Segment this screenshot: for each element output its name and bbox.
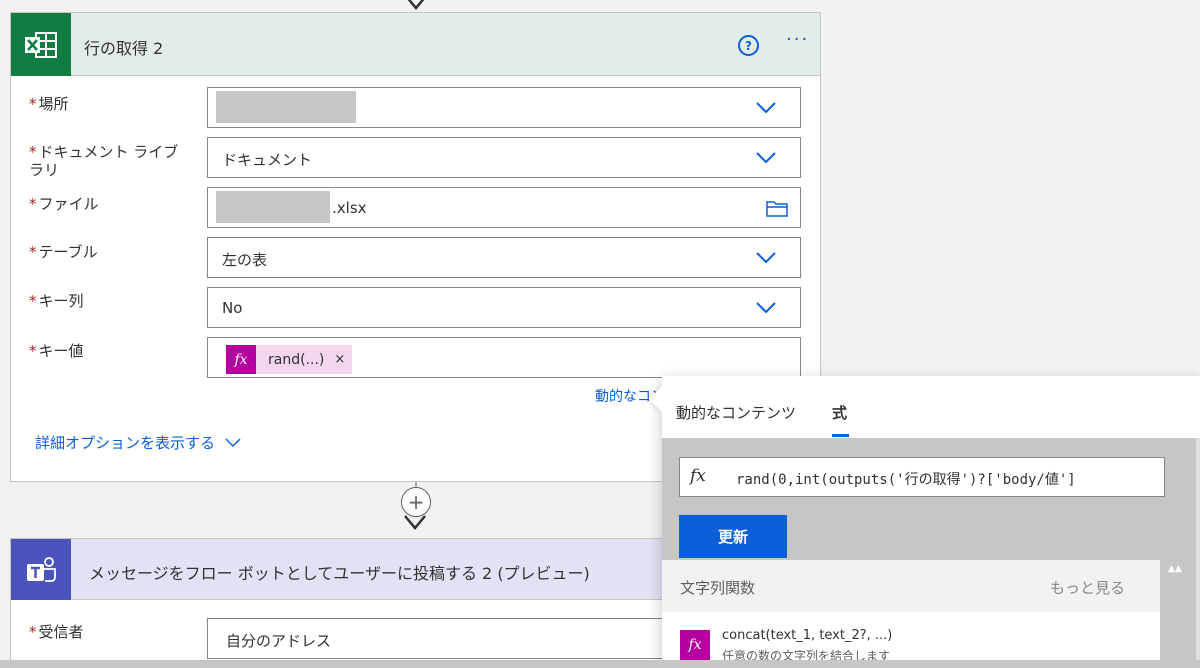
category-title: 文字列関数: [680, 579, 756, 597]
teams-icon: [11, 539, 71, 600]
redacted-filename: [216, 191, 330, 223]
expression-editor-panel: fx rand(0,int(outputs('行の取得')?['body/値']…: [662, 438, 1196, 560]
library-value: ドキュメント: [222, 151, 313, 169]
function-name: concat(text_1, text_2?, ...): [722, 628, 893, 643]
chevron-down-icon: [756, 252, 776, 264]
active-tab-indicator: [832, 434, 849, 437]
key-column-value: No: [222, 299, 243, 317]
file-label: * ファイル: [29, 195, 99, 213]
update-button[interactable]: 更新: [679, 515, 787, 558]
chevron-down-icon: [756, 152, 776, 164]
key-value-input[interactable]: fx rand(...) ×: [207, 337, 801, 378]
file-extension: .xlsx: [332, 199, 367, 217]
library-dropdown[interactable]: ドキュメント: [207, 137, 801, 178]
location-label: * 場所: [29, 95, 69, 113]
key-value-label: * キー値: [29, 342, 84, 360]
file-picker[interactable]: .xlsx: [207, 187, 801, 228]
key-column-dropdown[interactable]: No: [207, 287, 801, 328]
action-title: メッセージをフロー ボットとしてユーザーに投稿する 2 (プレビュー): [89, 564, 590, 583]
fx-icon: fx: [690, 466, 706, 486]
table-value: 左の表: [222, 251, 268, 269]
scrollbar[interactable]: ▲▲: [1160, 560, 1196, 668]
fx-icon: fx: [680, 630, 710, 660]
redacted-value: [216, 91, 356, 123]
recipient-label: * 受信者: [29, 623, 84, 641]
add-dynamic-content-link[interactable]: 動的なコンテンツの追加: [595, 386, 659, 406]
token-label: rand(...): [268, 351, 325, 368]
popup-edge: [1196, 438, 1200, 668]
remove-token-icon[interactable]: ×: [334, 352, 345, 367]
popup-tabs: 動的なコンテンツ 式: [662, 376, 1200, 438]
folder-icon[interactable]: [766, 199, 788, 217]
table-dropdown[interactable]: 左の表: [207, 237, 801, 278]
insert-step-button[interactable]: +: [401, 487, 431, 517]
location-dropdown[interactable]: [207, 87, 801, 128]
connector-arrow-icon: [404, 515, 426, 530]
horizontal-scrollbar[interactable]: [0, 660, 1200, 668]
library-label: * ドキュメント ライブ ラリ: [29, 143, 179, 179]
help-icon[interactable]: ?: [738, 35, 759, 56]
action-card-header[interactable]: 行の取得 2 ? ···: [11, 13, 820, 76]
fx-icon: fx: [226, 345, 256, 374]
chevron-down-icon: [225, 437, 241, 447]
connector-arrow-icon: [407, 0, 425, 10]
show-advanced-options-link[interactable]: 詳細オプションを表示する: [35, 432, 241, 453]
tab-dynamic-content[interactable]: 動的なコンテンツ: [676, 402, 796, 423]
more-options-icon[interactable]: ···: [786, 29, 809, 50]
recipient-value: 自分のアドレス: [226, 632, 332, 650]
expression-text: rand(0,int(outputs('行の取得')?['body/値']: [736, 472, 1076, 488]
key-column-label: * キー列: [29, 292, 84, 310]
excel-icon: [11, 13, 71, 76]
expression-token[interactable]: fx rand(...) ×: [226, 345, 352, 374]
action-title: 行の取得 2: [84, 39, 164, 58]
expression-input[interactable]: fx rand(0,int(outputs('行の取得')?['body/値']: [679, 457, 1165, 497]
function-category-header: 文字列関数 もっと見る: [662, 560, 1196, 612]
scroll-up-icon[interactable]: ▲▲: [1168, 564, 1182, 574]
post-message-action-card: メッセージをフロー ボットとしてユーザーに投稿する 2 (プレビュー) * 受信者…: [10, 538, 730, 668]
tab-expression[interactable]: 式: [832, 402, 847, 423]
advanced-link-label: 詳細オプションを表示する: [35, 434, 216, 452]
chevron-down-icon: [756, 102, 776, 114]
chevron-down-icon: [756, 302, 776, 314]
action-card-header[interactable]: メッセージをフロー ボットとしてユーザーに投稿する 2 (プレビュー): [11, 539, 729, 600]
table-label: * テーブル: [29, 243, 98, 261]
recipient-input[interactable]: 自分のアドレス: [207, 618, 727, 659]
see-more-link[interactable]: もっと見る: [1050, 577, 1125, 598]
dynamic-content-popup: 動的なコンテンツ 式 fx rand(0,int(outputs('行の取得')…: [649, 376, 1200, 668]
